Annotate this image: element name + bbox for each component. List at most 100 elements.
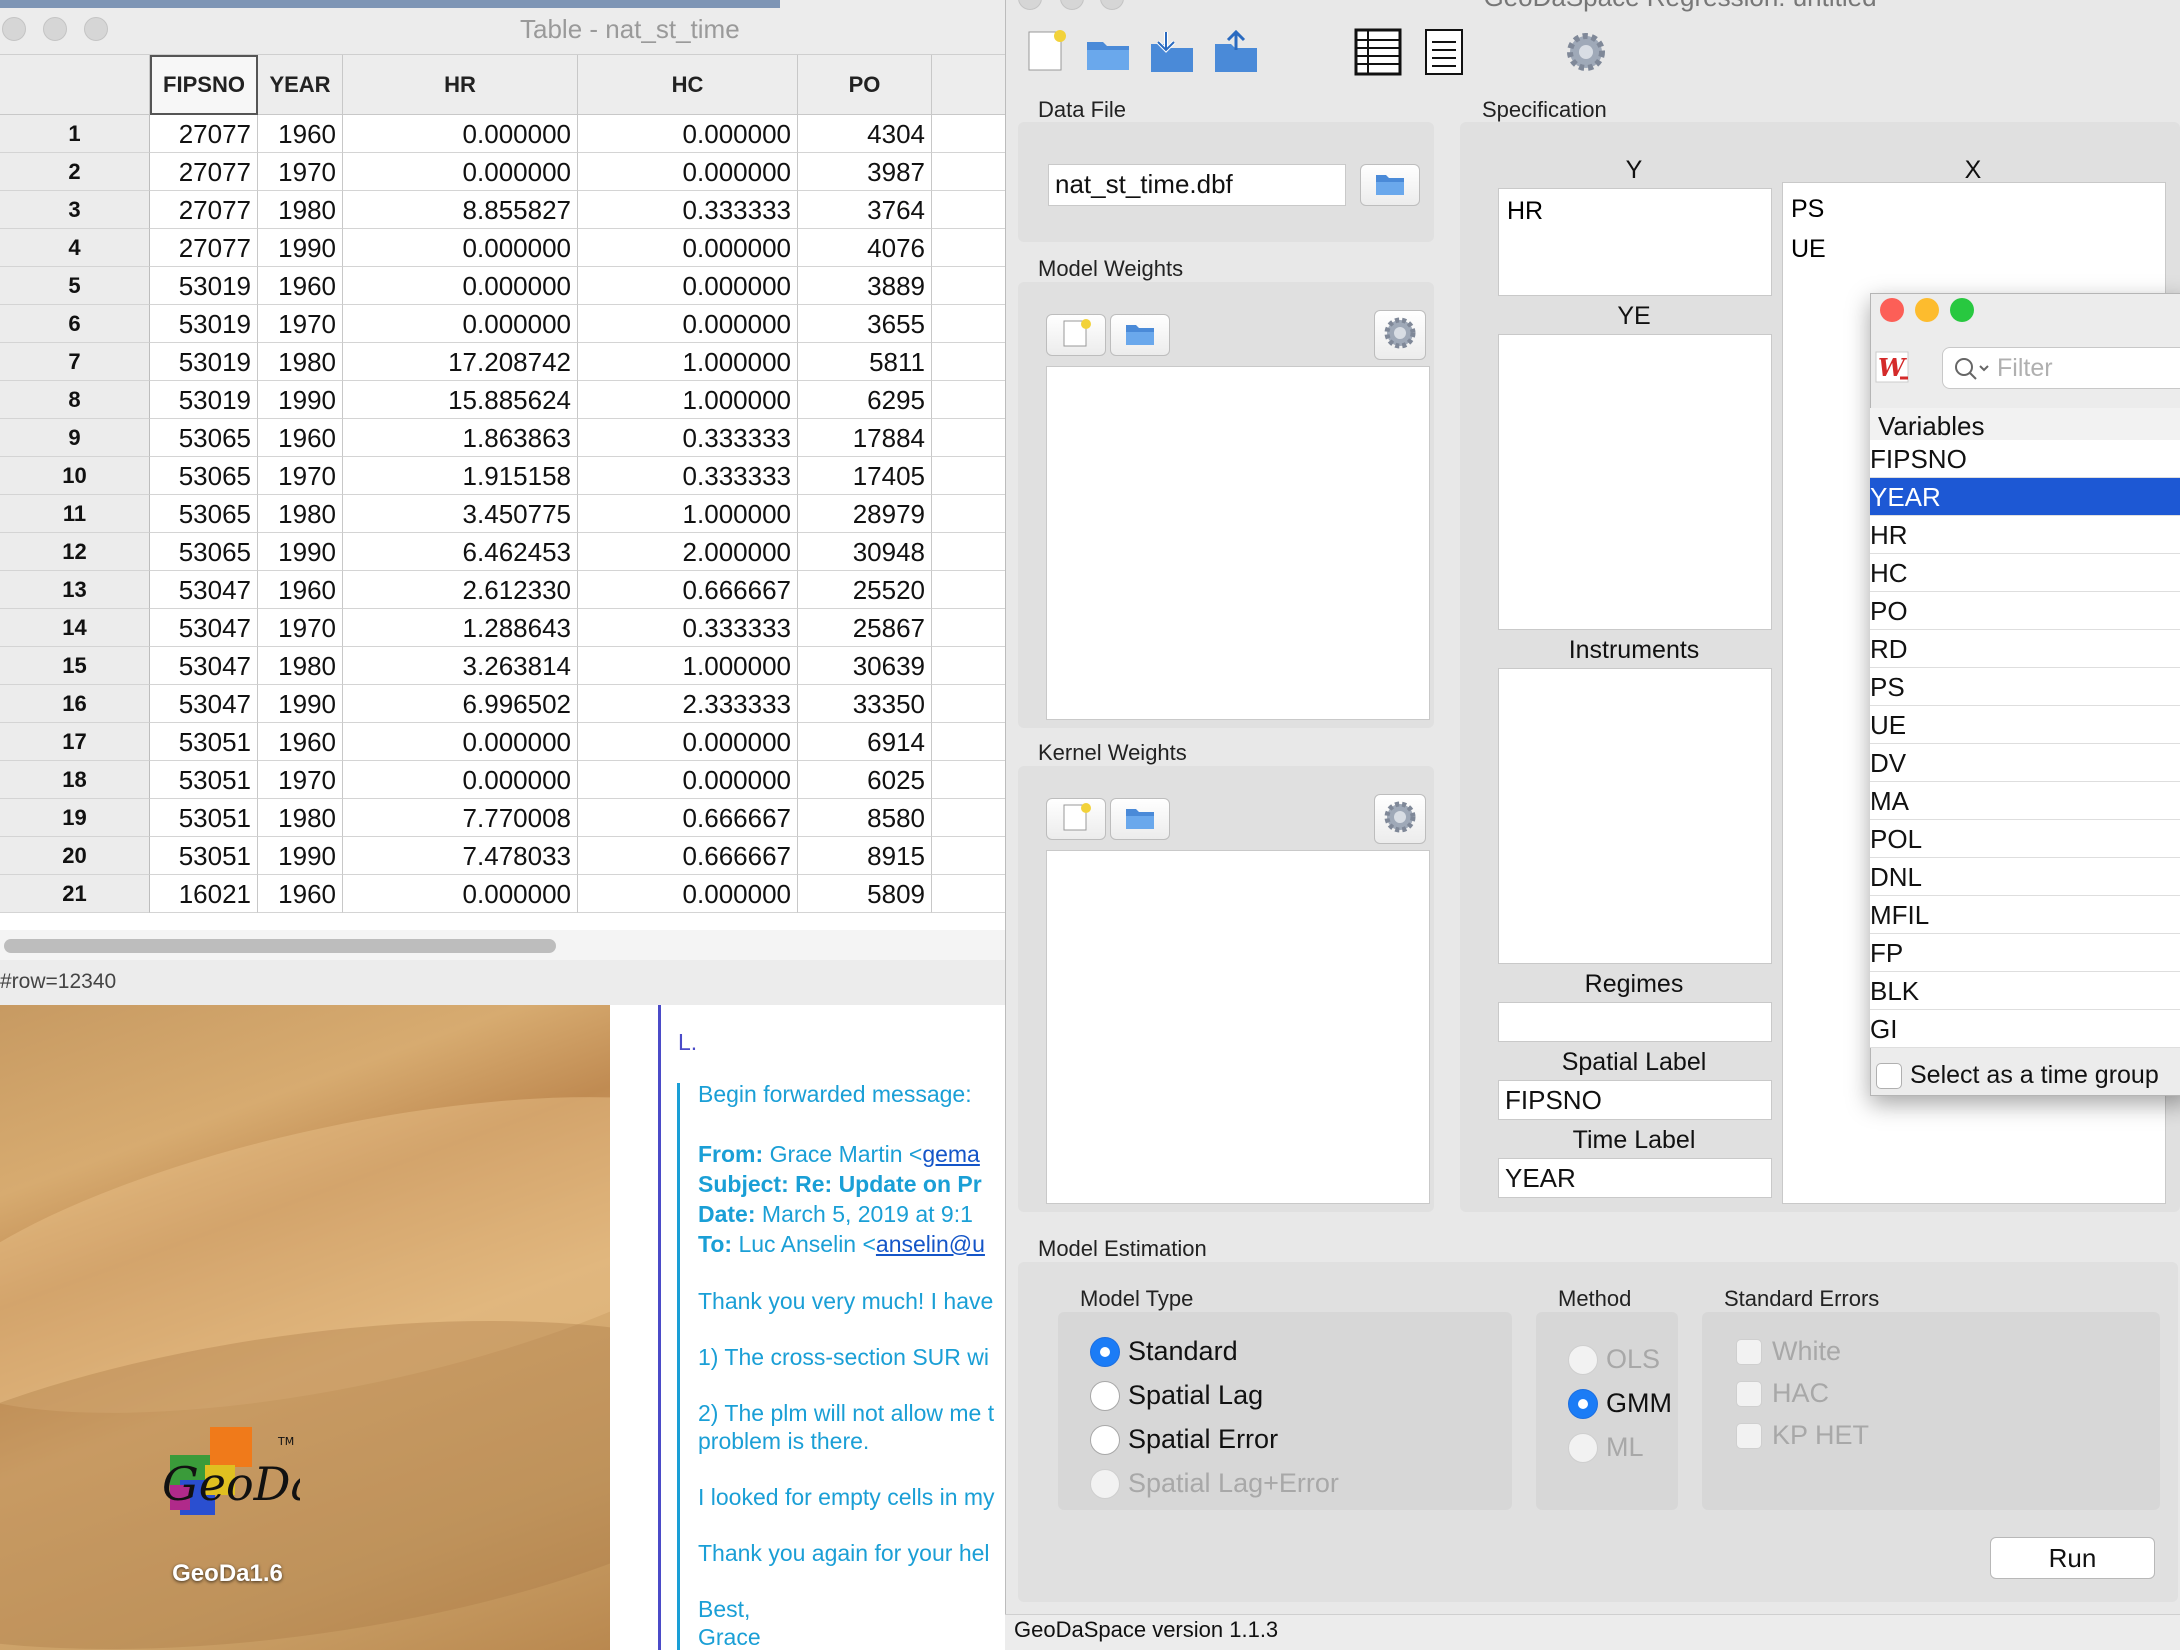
variable-item[interactable]: FIPSNO xyxy=(1870,440,2180,478)
table-cell[interactable]: 1960 xyxy=(258,875,343,913)
table-cell[interactable]: 0.000000 xyxy=(343,115,578,153)
x-variable[interactable]: PS xyxy=(1791,189,2157,229)
table-cell[interactable]: 6.996502 xyxy=(343,685,578,723)
row-number[interactable]: 8 xyxy=(0,381,150,419)
table-cell[interactable]: 53019 xyxy=(150,305,258,343)
variable-item[interactable]: DNL xyxy=(1870,858,2180,896)
variable-item[interactable]: FP xyxy=(1870,934,2180,972)
row-number[interactable]: 20 xyxy=(0,837,150,875)
geoda-app-label[interactable]: GeoDa1.6 xyxy=(150,1560,305,1588)
table-cell[interactable]: 1970 xyxy=(258,153,343,191)
table-cell[interactable]: 25867 xyxy=(798,609,932,647)
table-cell[interactable]: 1.000000 xyxy=(578,647,798,685)
table-cell[interactable]: 1980 xyxy=(258,495,343,533)
radio-spatial-lag[interactable] xyxy=(1090,1381,1120,1411)
table-cell[interactable]: 1990 xyxy=(258,381,343,419)
table-cell[interactable]: 1960 xyxy=(258,267,343,305)
table-cell[interactable]: 3889 xyxy=(798,267,932,305)
table-cell[interactable]: 6914 xyxy=(798,723,932,761)
row-number[interactable]: 2 xyxy=(0,153,150,191)
table-cell[interactable]: 53065 xyxy=(150,419,258,457)
table-cell[interactable]: 17884 xyxy=(798,419,932,457)
table-cell[interactable]: 53051 xyxy=(150,723,258,761)
table-cell[interactable]: 33350 xyxy=(798,685,932,723)
table-cell[interactable]: 0.000000 xyxy=(343,229,578,267)
table-cell[interactable]: 2.333333 xyxy=(578,685,798,723)
model-type-option[interactable]: Standard xyxy=(1128,1336,1238,1367)
table-cell[interactable]: 0.000000 xyxy=(343,723,578,761)
variable-item[interactable]: GI xyxy=(1870,1010,2180,1048)
table-cell[interactable]: 1.000000 xyxy=(578,495,798,533)
table-cell[interactable]: 1980 xyxy=(258,799,343,837)
table-cell[interactable]: 4076 xyxy=(798,229,932,267)
table-cell[interactable]: 0.666667 xyxy=(578,799,798,837)
table-cell[interactable]: 2.000000 xyxy=(578,533,798,571)
row-number[interactable]: 16 xyxy=(0,685,150,723)
column-header[interactable]: PO xyxy=(798,55,932,115)
radio-spatial-error[interactable] xyxy=(1090,1425,1120,1455)
table-cell[interactable]: 53065 xyxy=(150,495,258,533)
table-cell[interactable]: 1990 xyxy=(258,229,343,267)
table-cell[interactable]: 53047 xyxy=(150,647,258,685)
row-number[interactable]: 19 xyxy=(0,799,150,837)
table-cell[interactable]: 17.208742 xyxy=(343,343,578,381)
row-number[interactable]: 6 xyxy=(0,305,150,343)
variable-item[interactable]: PO xyxy=(1870,592,2180,630)
zoom-button[interactable] xyxy=(1950,298,1974,322)
save-model-icon[interactable] xyxy=(1212,28,1260,76)
minimize-button[interactable] xyxy=(1915,298,1939,322)
new-document-icon[interactable] xyxy=(1024,28,1072,76)
table-cell[interactable]: 17405 xyxy=(798,457,932,495)
column-header[interactable]: FIPSNO xyxy=(150,55,258,115)
geoda-app-icon[interactable]: GeoDa TM xyxy=(160,1425,318,1535)
row-number[interactable]: 12 xyxy=(0,533,150,571)
mail-to-link[interactable]: anselin@u xyxy=(876,1231,985,1257)
table-cell[interactable]: 53047 xyxy=(150,609,258,647)
minimize-button[interactable] xyxy=(43,17,67,41)
model-weights-list[interactable] xyxy=(1046,366,1430,720)
table-cell[interactable]: 4304 xyxy=(798,115,932,153)
column-header[interactable]: YEAR xyxy=(258,55,343,115)
model-type-option[interactable]: Spatial Error xyxy=(1128,1424,1278,1455)
table-cell[interactable]: 1970 xyxy=(258,761,343,799)
table-cell[interactable]: 0.000000 xyxy=(578,723,798,761)
table-cell[interactable]: 53051 xyxy=(150,837,258,875)
open-kernel-weights-button[interactable] xyxy=(1110,798,1170,840)
scrollbar-thumb[interactable] xyxy=(4,939,556,953)
row-number[interactable]: 3 xyxy=(0,191,150,229)
weights-settings-button[interactable] xyxy=(1374,310,1426,360)
table-cell[interactable]: 0.000000 xyxy=(578,305,798,343)
table-cell[interactable]: 1980 xyxy=(258,647,343,685)
table-cell[interactable]: 1960 xyxy=(258,115,343,153)
table-cell[interactable]: 28979 xyxy=(798,495,932,533)
table-cell[interactable]: 15.885624 xyxy=(343,381,578,419)
spatial-label-field[interactable]: FIPSNO xyxy=(1498,1080,1772,1120)
variable-item[interactable]: UE xyxy=(1870,706,2180,744)
model-type-option[interactable]: Spatial Lag xyxy=(1128,1380,1263,1411)
table-cell[interactable]: 1990 xyxy=(258,533,343,571)
table-cell[interactable]: 0.000000 xyxy=(578,875,798,913)
weights-tool-icon[interactable]: W xyxy=(1874,346,1912,388)
data-table[interactable]: FIPSNO YEAR HR HC PO 1 27077 1960 0.000000 0… xyxy=(0,55,1010,930)
open-weights-button[interactable] xyxy=(1110,314,1170,356)
column-header[interactable]: HC xyxy=(578,55,798,115)
settings-gear-icon[interactable] xyxy=(1562,28,1610,76)
kernel-weights-list[interactable] xyxy=(1046,850,1430,1204)
table-cell[interactable]: 53019 xyxy=(150,381,258,419)
horizontal-scrollbar[interactable] xyxy=(0,930,1010,960)
table-cell[interactable]: 6025 xyxy=(798,761,932,799)
table-cell[interactable]: 1990 xyxy=(258,685,343,723)
table-cell[interactable]: 27077 xyxy=(150,191,258,229)
table-cell[interactable]: 53047 xyxy=(150,685,258,723)
column-header[interactable]: HR xyxy=(343,55,578,115)
table-cell[interactable]: 53051 xyxy=(150,799,258,837)
data-file-open-button[interactable] xyxy=(1360,164,1420,206)
table-cell[interactable]: 1.000000 xyxy=(578,381,798,419)
table-cell[interactable]: 1980 xyxy=(258,343,343,381)
y-variable-box[interactable]: HR xyxy=(1498,188,1772,296)
table-cell[interactable]: 1970 xyxy=(258,457,343,495)
table-cell[interactable]: 0.000000 xyxy=(343,153,578,191)
row-number[interactable]: 13 xyxy=(0,571,150,609)
table-cell[interactable]: 1.863863 xyxy=(343,419,578,457)
row-number[interactable]: 4 xyxy=(0,229,150,267)
